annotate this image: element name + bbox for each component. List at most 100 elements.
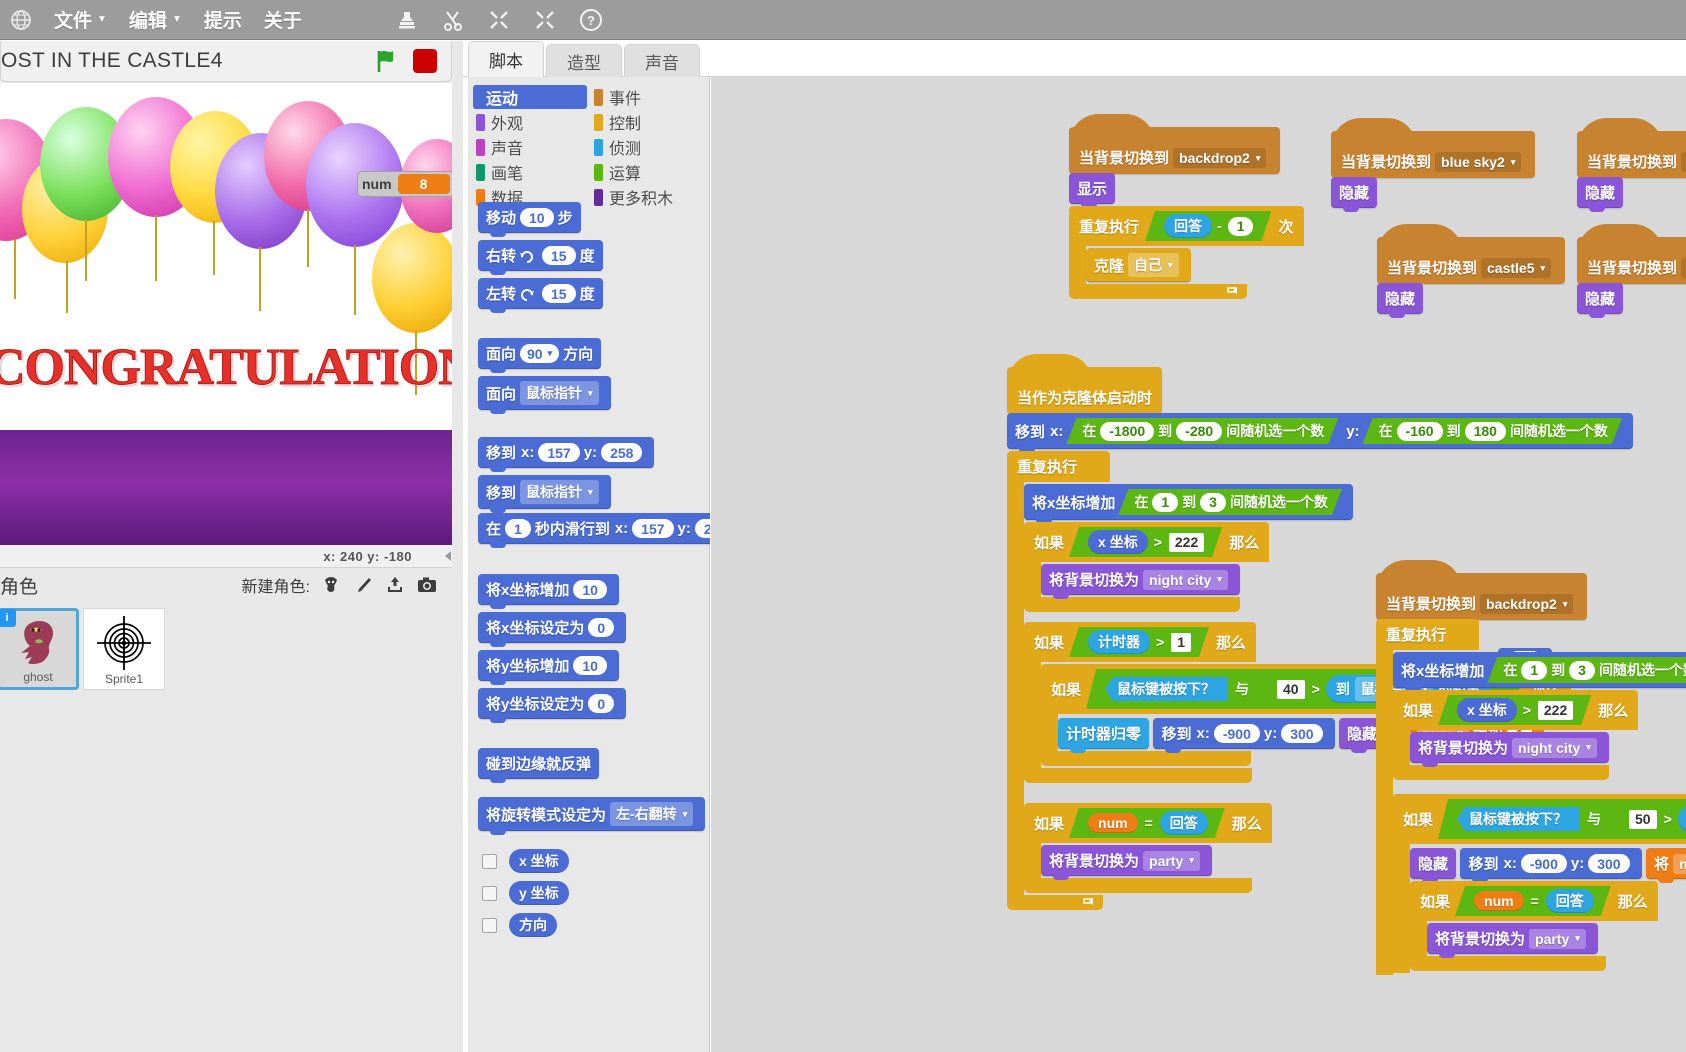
operator-greater-than[interactable]: 计时器 > 1: [1069, 627, 1209, 657]
choose-sprite-icon[interactable]: [320, 574, 342, 596]
block-goto-random-xy[interactable]: 移到 x: 在 -1800 到 -280 间随机选一个数 y: 在 -160 到: [1007, 413, 1633, 449]
hat-when-backdrop-switches[interactable]: 当背景切换到 party▾: [1577, 131, 1686, 178]
block-reset-timer[interactable]: 计时器归零: [1058, 718, 1149, 749]
block-change-variable-num[interactable]: 将 num▾ 增加 1: [1646, 848, 1686, 879]
block-repeat[interactable]: 重复执行 回答 - 1 次 克隆 自己▾: [1069, 206, 1304, 299]
operator-equals[interactable]: num = 回答: [1455, 886, 1611, 916]
operator-subtract[interactable]: 回答 - 1: [1145, 211, 1271, 241]
palette-block-point-direction[interactable]: 面向90▾方向: [478, 338, 601, 369]
random-from[interactable]: 1: [1521, 661, 1547, 680]
block-dropdown-backdrop[interactable]: party▾: [1529, 929, 1586, 949]
help-icon[interactable]: ?: [579, 8, 603, 32]
operator-operand-b[interactable]: 1: [1228, 217, 1254, 236]
block-dropdown-backdrop[interactable]: night city▾: [1681, 258, 1686, 278]
reporter-answer[interactable]: 回答: [1160, 811, 1208, 835]
operator-pick-random-x[interactable]: 在 -1800 到 -280 间随机选一个数: [1066, 418, 1338, 444]
block-if-x-greater[interactable]: 如果 x 坐标 > 222 那么: [1393, 690, 1686, 780]
menu-about[interactable]: 关于: [264, 6, 302, 33]
block-hide[interactable]: 隐藏: [1377, 283, 1423, 314]
operator-pick-random[interactable]: 在 1 到 3 间随机选一个数: [1118, 489, 1342, 515]
script-party-hide[interactable]: 当背景切换到 party▾ 隐藏: [1577, 131, 1686, 208]
script-backdrop2-show-repeat[interactable]: 当背景切换到 backdrop2▾ 显示 重复执行 回答 - 1 次: [1069, 127, 1304, 299]
palette-block-goto-xy[interactable]: 移到x:157y:258: [478, 437, 654, 468]
reporter-x-position[interactable]: x 坐标: [1457, 698, 1517, 722]
checkbox-direction[interactable]: [482, 918, 497, 933]
random-from[interactable]: -160: [1397, 422, 1443, 441]
block-switch-backdrop-night-city[interactable]: 将背景切换为 night city▾: [1041, 564, 1240, 595]
random-to[interactable]: 180: [1465, 422, 1506, 441]
reporter-x-position[interactable]: x 坐标: [1088, 530, 1148, 554]
block-goto-offscreen[interactable]: 移到 x: -900 y: 300: [1153, 718, 1334, 749]
grow-icon[interactable]: [487, 8, 511, 32]
hat-when-start-as-clone[interactable]: 当作为克隆体启动时: [1007, 367, 1162, 414]
block-dropdown-variable[interactable]: num▾: [1673, 854, 1686, 874]
operator-operand-a[interactable]: 40: [1277, 680, 1305, 699]
block-dropdown-target[interactable]: 鼠标指针▾: [520, 381, 599, 405]
reporter-timer[interactable]: 计时器: [1088, 630, 1150, 654]
boolean-mouse-down[interactable]: 鼠标键被按下？: [1457, 807, 1579, 831]
block-dropdown-backdrop[interactable]: backdrop2▾: [1173, 148, 1266, 168]
block-input-x[interactable]: 157: [538, 443, 579, 462]
block-hide[interactable]: 隐藏: [1410, 848, 1456, 879]
palette-block-bounce[interactable]: 碰到边缘就反弹: [478, 748, 599, 779]
block-if-mouse-and-distance[interactable]: 如果 鼠标键被按下？ 与 50 > 到 鼠标指: [1393, 794, 1686, 973]
operator-equals[interactable]: num = 回答: [1069, 808, 1225, 838]
script-castle5-hide[interactable]: 当背景切换到 castle5▾ 隐藏: [1377, 237, 1565, 314]
variable-watcher-num[interactable]: num 8: [357, 171, 452, 197]
block-input-degrees[interactable]: 15: [542, 246, 576, 265]
reporter-answer[interactable]: 回答: [1164, 214, 1212, 238]
block-dropdown-backdrop[interactable]: party▾: [1143, 851, 1200, 871]
reporter-distance-to[interactable]: 到 鼠标指针▾ 的距离: [1678, 805, 1686, 833]
green-flag-icon[interactable]: [373, 48, 399, 74]
block-switch-backdrop-party[interactable]: 将背景切换为 party▾: [1427, 923, 1598, 954]
sprite-info-badge[interactable]: i: [0, 609, 16, 627]
random-to[interactable]: -280: [1176, 422, 1222, 441]
globe-icon[interactable]: [10, 9, 32, 31]
category-control[interactable]: 控制: [591, 110, 705, 134]
palette-block-turn-right[interactable]: 右转 15度: [478, 240, 603, 271]
random-from[interactable]: -1800: [1100, 422, 1154, 441]
block-input-x[interactable]: 157: [632, 519, 673, 538]
block-input-value[interactable]: 10: [573, 580, 607, 599]
stop-button-icon[interactable]: [413, 49, 437, 73]
operator-operand-a[interactable]: 50: [1629, 810, 1657, 829]
sprite-item-ghost[interactable]: i ghost: [0, 608, 79, 690]
stage-resize-icon[interactable]: [441, 549, 455, 563]
operator-and[interactable]: 鼠标键被按下？ 与 50 > 到 鼠标指针▾ 的距离: [1438, 799, 1686, 839]
operator-greater-than[interactable]: x 坐标 > 222: [1069, 527, 1222, 557]
block-if-num-equals-answer[interactable]: 如果 num = 回答 那么: [1410, 881, 1686, 971]
palette-block-change-x[interactable]: 将x坐标增加10: [478, 574, 619, 605]
block-dropdown-clone-target[interactable]: 自己▾: [1128, 253, 1179, 277]
block-input-value[interactable]: 10: [573, 656, 607, 675]
tab-scripts[interactable]: 脚本: [468, 41, 544, 77]
checkbox-x-position[interactable]: [482, 854, 497, 869]
block-dropdown-backdrop[interactable]: night city▾: [1143, 570, 1228, 590]
hat-when-backdrop-switches[interactable]: 当背景切换到 blue sky2▾: [1331, 131, 1535, 178]
block-switch-backdrop-night-city[interactable]: 将背景切换为 night city▾: [1410, 732, 1609, 763]
block-dropdown-backdrop[interactable]: castle5▾: [1481, 258, 1551, 278]
operator-pick-random[interactable]: 在 1 到 3 间随机选一个数: [1487, 657, 1686, 683]
palette-block-rotation-style[interactable]: 将旋转模式设定为左-右翻转▾: [478, 797, 705, 831]
palette-block-set-x[interactable]: 将x坐标设定为0: [478, 612, 626, 643]
block-input-steps[interactable]: 10: [520, 208, 554, 227]
block-dropdown-backdrop[interactable]: night city▾: [1512, 738, 1597, 758]
block-input-y[interactable]: 258: [601, 443, 642, 462]
block-input-value[interactable]: 0: [588, 618, 614, 637]
block-input-value[interactable]: 0: [588, 694, 614, 713]
operator-operand-b[interactable]: 222: [1169, 533, 1204, 552]
category-operators[interactable]: 运算: [591, 160, 705, 184]
palette-reporter-x-position[interactable]: x 坐标: [509, 849, 569, 873]
camera-sprite-icon[interactable]: [416, 574, 438, 596]
palette-block-set-y[interactable]: 将y坐标设定为0: [478, 688, 626, 719]
reporter-answer[interactable]: 回答: [1546, 889, 1594, 913]
block-input-x[interactable]: -900: [1214, 724, 1260, 743]
palette-block-change-y[interactable]: 将y坐标增加10: [478, 650, 619, 681]
random-to[interactable]: 3: [1569, 661, 1595, 680]
block-dropdown-direction[interactable]: 90▾: [520, 344, 559, 363]
hat-when-backdrop-switches[interactable]: 当背景切换到 backdrop2▾: [1376, 573, 1587, 620]
block-goto-offscreen[interactable]: 移到 x: -900 y: 300: [1460, 848, 1641, 879]
category-sensing[interactable]: 侦测: [591, 135, 705, 159]
script-backdrop2-forever[interactable]: 当背景切换到 backdrop2▾ 重复执行 将x坐标增加 在 1 到: [1376, 573, 1686, 975]
block-hide[interactable]: 隐藏: [1577, 283, 1623, 314]
palette-block-turn-left[interactable]: 左转 15度: [478, 278, 603, 309]
